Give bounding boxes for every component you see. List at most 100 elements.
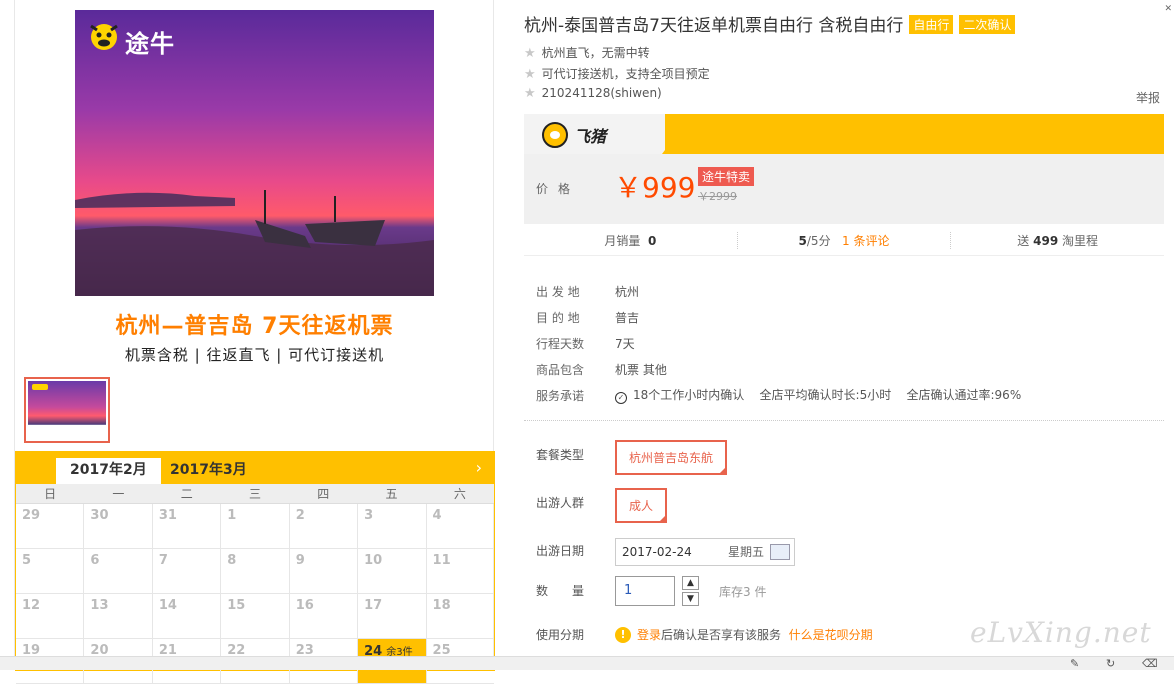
trash-icon[interactable]: ⌫ bbox=[1142, 657, 1158, 670]
product-info-panel: 杭州-泰国普吉岛7天往返单机票自由行 含税自由行 自由行 二次确认 ★ 杭州直飞，无需… bbox=[524, 0, 1164, 670]
info-row: 目 的 地 普吉 bbox=[536, 304, 1156, 330]
info-row: 行程天数 7天 bbox=[536, 330, 1156, 356]
calendar-day[interactable]: 2 bbox=[289, 504, 359, 549]
calendar-day[interactable]: 12 bbox=[16, 594, 85, 639]
chevron-right-icon[interactable]: › bbox=[476, 458, 482, 477]
hero-caption-sub: 机票含税 | 往返直飞 | 可代订接送机 bbox=[124, 346, 385, 364]
quantity-down-icon[interactable]: ▼ bbox=[682, 592, 699, 606]
monthly-sales: 月销量 0 bbox=[524, 232, 738, 249]
gallery-panel: 途牛 杭州—普吉岛 7天往返机票 机票含税 | 往返直飞 | 可代订接送机 20… bbox=[14, 0, 495, 684]
close-icon[interactable]: ✕ bbox=[1164, 4, 1172, 14]
login-link[interactable]: 登录 bbox=[637, 626, 661, 643]
calendar-day[interactable]: 1 bbox=[221, 504, 290, 549]
calendar-day[interactable]: 4 bbox=[426, 504, 494, 549]
calendar-day[interactable]: 17 bbox=[358, 594, 427, 639]
quantity-up-icon[interactable]: ▲ bbox=[682, 576, 699, 590]
pin-icon[interactable]: ✎ bbox=[1070, 657, 1079, 670]
calendar-day[interactable]: 29 bbox=[16, 504, 85, 549]
info-row: 商品包含 机票 其他 bbox=[536, 356, 1156, 382]
calendar-week: 12 13 14 15 16 17 18 bbox=[16, 594, 494, 639]
product-title-text: 杭州-泰国普吉岛7天往返单机票自由行 含税自由行 bbox=[524, 16, 904, 36]
tuniu-cow-icon bbox=[90, 24, 118, 50]
tag-second-confirm: 二次确认 bbox=[959, 15, 1016, 34]
package-option[interactable]: 杭州普吉岛东航 bbox=[615, 440, 728, 475]
price-label: 价格 bbox=[536, 182, 581, 196]
quantity-input[interactable]: 1 bbox=[615, 576, 675, 606]
installment-info: ! 登录 后确认是否享有该服务 什么是花呗分期 bbox=[615, 626, 873, 643]
feizhu-banner: 飞猪 bbox=[524, 114, 1164, 154]
feature-text: 杭州直飞，无需中转 bbox=[541, 46, 650, 60]
info-key: 目 的 地 bbox=[536, 310, 580, 325]
calendar-week: 29 30 31 1 2 3 4 bbox=[16, 504, 494, 549]
calendar-day[interactable]: 10 bbox=[358, 549, 427, 594]
info-row: 出 发 地 杭州 bbox=[536, 278, 1156, 304]
star-icon: ★ bbox=[524, 46, 536, 61]
date-field[interactable]: 2017-02-24 星期五 bbox=[615, 538, 795, 566]
calendar-week: 5 6 7 8 9 10 11 bbox=[16, 549, 494, 594]
calendar-day[interactable]: 7 bbox=[152, 549, 222, 594]
rating: 5/5分 1 条评论 bbox=[738, 232, 952, 249]
crowd-label: 出游人群 bbox=[536, 496, 585, 510]
calendar-day[interactable]: 11 bbox=[426, 549, 494, 594]
points-value: 499 bbox=[1033, 234, 1059, 248]
calendar-day[interactable]: 14 bbox=[152, 594, 222, 639]
calendar-day[interactable]: 8 bbox=[221, 549, 290, 594]
quantity-label: 数 量 bbox=[536, 584, 585, 598]
calendar-day[interactable]: 31 bbox=[152, 504, 222, 549]
calendar-day[interactable]: 16 bbox=[289, 594, 359, 639]
feature-text: 可代订接送机，支持全项目预定 bbox=[541, 67, 710, 81]
calendar-day[interactable]: 3 bbox=[358, 504, 427, 549]
calendar-day[interactable]: 30 bbox=[84, 504, 153, 549]
date-label: 出游日期 bbox=[536, 544, 585, 558]
calendar-day[interactable]: 9 bbox=[289, 549, 359, 594]
installment-label: 使用分期 bbox=[536, 628, 585, 642]
scrollbar[interactable]: ✕ bbox=[1164, 0, 1174, 660]
rating-score: 5 bbox=[798, 234, 807, 248]
tag-free-travel: 自由行 bbox=[909, 15, 954, 34]
crowd-option[interactable]: 成人 bbox=[615, 488, 668, 523]
price-value: ￥999 bbox=[614, 171, 696, 204]
departure-calendar: 2017年2月 2017年3月 › 日 一 二 三 四 五 六 29 30 31… bbox=[15, 451, 495, 684]
reviews-link[interactable]: 1 条评论 bbox=[842, 234, 889, 248]
weekday-mon: 一 bbox=[112, 487, 125, 501]
huabei-link[interactable]: 什么是花呗分期 bbox=[789, 626, 873, 643]
feizhu-logo-text: 飞猪 bbox=[574, 127, 607, 146]
service-values: ✓ 18个工作小时内确认 全店平均确认时长:5小时 全店确认通过率:96% bbox=[615, 386, 1021, 404]
weekday-sat: 六 bbox=[453, 487, 466, 501]
info-key: 商品包含 bbox=[536, 362, 585, 377]
status-bar: ✎ ↻ ⌫ bbox=[0, 656, 1174, 670]
weekday-wed: 三 bbox=[248, 487, 261, 501]
calendar-icon[interactable] bbox=[770, 544, 790, 560]
share-icon[interactable]: ↻ bbox=[1106, 657, 1115, 670]
report-link[interactable]: 举报 bbox=[1136, 89, 1160, 106]
original-price: ￥2999 bbox=[698, 190, 737, 203]
thumbnail-1[interactable] bbox=[24, 377, 110, 443]
feature-item: ★ 210241128(shiwen) bbox=[524, 86, 662, 101]
hero-caption: 杭州—普吉岛 7天往返机票 机票含税 | 往返直飞 | 可代订接送机 bbox=[75, 296, 434, 368]
calendar-day[interactable]: 6 bbox=[84, 549, 153, 594]
calendar-day[interactable]: 13 bbox=[84, 594, 153, 639]
points-suffix: 淘里程 bbox=[1062, 234, 1099, 248]
stock-text: 库存3 件 bbox=[719, 585, 767, 599]
product-title: 杭州-泰国普吉岛7天往返单机票自由行 含税自由行 自由行 二次确认 bbox=[524, 11, 1016, 36]
service-row: 服务承诺 ✓ 18个工作小时内确认 全店平均确认时长:5小时 全店确认通过率:96… bbox=[536, 382, 1156, 408]
monthly-sales-value: 0 bbox=[647, 234, 657, 248]
tuniu-logo-text: 途牛 bbox=[125, 30, 175, 58]
info-key: 出 发 地 bbox=[536, 284, 580, 299]
stats-bar: 月销量 0 5/5分 1 条评论 送 499 淘里程 bbox=[524, 226, 1164, 256]
info-value: 机票 其他 bbox=[615, 362, 667, 377]
feature-item: ★ 可代订接送机，支持全项目预定 bbox=[524, 65, 710, 82]
feature-item: ★ 杭州直飞，无需中转 bbox=[524, 44, 650, 61]
calendar-day[interactable]: 18 bbox=[426, 594, 494, 639]
tab-mar-2017[interactable]: 2017年3月 bbox=[156, 458, 261, 484]
thumbnail-image bbox=[28, 381, 106, 439]
service-item: 全店确认通过率:96% bbox=[906, 388, 1022, 402]
watermark: eLvXing.net bbox=[970, 616, 1152, 649]
tab-feb-2017[interactable]: 2017年2月 bbox=[56, 458, 161, 484]
service-item: 全店平均确认时长:5小时 bbox=[759, 388, 892, 402]
product-main-image[interactable]: 途牛 杭州—普吉岛 7天往返机票 机票含税 | 往返直飞 | 可代订接送机 bbox=[75, 10, 434, 368]
calendar-day[interactable]: 5 bbox=[16, 549, 85, 594]
price-box: 价格 ￥999 途牛特卖 ￥2999 bbox=[524, 154, 1164, 224]
weekday-fri: 五 bbox=[385, 487, 398, 501]
calendar-day[interactable]: 15 bbox=[221, 594, 290, 639]
